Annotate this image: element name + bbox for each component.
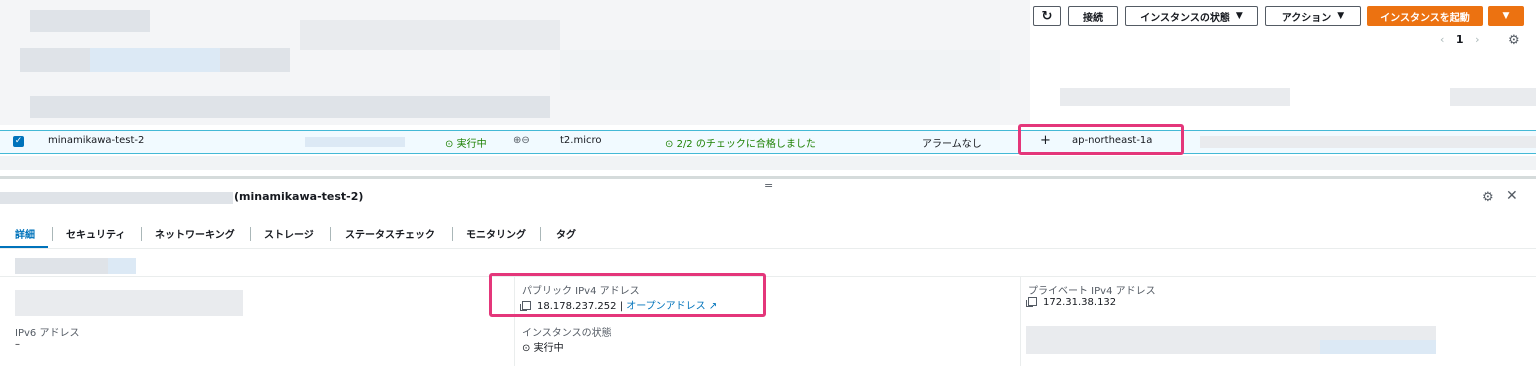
highlight-availability-zone [1018,124,1184,155]
refresh-icon: ↻ [1041,8,1053,24]
tab-divider [52,227,53,241]
tab-divider [452,227,453,241]
panel-settings-gear-icon[interactable]: ⚙ [1482,190,1494,205]
actions-dropdown[interactable]: アクション ▼ [1265,6,1361,26]
instance-type: t2.micro [560,135,602,146]
status-check-cell: ⊙ 2/2 のチェックに合格しました [665,139,816,150]
tab-divider [250,227,251,241]
details-title: (minamikawa-test-2) [234,190,364,203]
tab-tags[interactable]: タグ [556,226,576,241]
copy-icon[interactable] [1026,297,1037,307]
check-circle-icon: ⊙ [665,139,674,150]
blurred-row-right [1200,136,1536,148]
connect-button[interactable]: 接続 [1068,6,1118,26]
tab-divider [141,227,142,241]
caret-down-icon: ▼ [1235,11,1243,21]
ipv6-label: IPv6 アドレス [15,328,80,339]
settings-gear-icon[interactable]: ⚙ [1508,33,1520,48]
tab-divider [540,227,541,241]
instance-state-cell: ⊙ 実行中 [445,139,487,150]
blurred-detail-right-accent [1320,340,1436,354]
tab-status-checks[interactable]: ステータスチェック [345,226,435,241]
caret-down-icon: ▼ [1502,11,1510,21]
highlight-public-ipv4 [489,273,766,317]
tab-details[interactable]: 詳細 [15,226,35,241]
blurred-detail-left-2 [15,290,243,316]
tab-divider [330,227,331,241]
table-row-selected[interactable]: ✓ minamikawa-test-2 ⊙ 実行中 ⊕⊖ t2.micro ⊙ … [0,130,1536,154]
instance-state-label: インスタンスの状態 [522,328,612,339]
instance-state-dropdown[interactable]: インスタンスの状態 ▼ [1125,6,1258,26]
private-ipv4-value: 172.31.38.132 [1026,297,1116,308]
pagination: ‹ 1 › [1440,33,1479,49]
tab-monitoring[interactable]: モニタリング [466,226,526,241]
chevron-left-icon[interactable]: ‹ [1440,33,1444,46]
instance-state-value: ⊙ 実行中 [522,343,564,354]
tab-security[interactable]: セキュリティ [66,226,125,241]
ipv6-value: – [15,339,20,350]
check-circle-icon: ⊙ [522,343,531,354]
column-divider [1020,276,1021,366]
private-ipv4-label: プライベート IPv4 アドレス [1028,286,1156,297]
tab-networking[interactable]: ネットワーキング [155,226,235,241]
row-divider [0,276,1536,277]
alarm-status: アラームなし [922,139,982,150]
active-tab-indicator [0,246,48,248]
blurred-next-row [0,156,1536,170]
blurred-instance-id [305,137,405,147]
chevron-right-icon[interactable]: › [1475,33,1479,46]
zoom-icons[interactable]: ⊕⊖ [513,135,530,146]
close-icon[interactable]: ✕ [1506,188,1518,204]
details-tabs: 詳細 セキュリティ ネットワーキング ストレージ ステータスチェック モニタリン… [0,220,1536,249]
zoom-out-icon[interactable]: ⊖ [521,135,529,146]
check-circle-icon: ⊙ [445,139,454,150]
launch-instance-button[interactable]: インスタンスを起動 [1367,6,1483,26]
blurred-instance-id-title [0,192,233,204]
page-number[interactable]: 1 [1456,33,1464,46]
launch-options-dropdown[interactable]: ▼ [1488,6,1524,26]
caret-down-icon: ▼ [1337,11,1345,21]
drag-handle[interactable]: = [764,179,773,192]
tab-storage[interactable]: ストレージ [264,226,314,241]
row-checkbox[interactable]: ✓ [13,136,24,147]
instance-name: minamikawa-test-2 [48,135,145,146]
refresh-button[interactable]: ↻ [1033,6,1061,26]
blurred-detail-left-accent [108,258,136,274]
